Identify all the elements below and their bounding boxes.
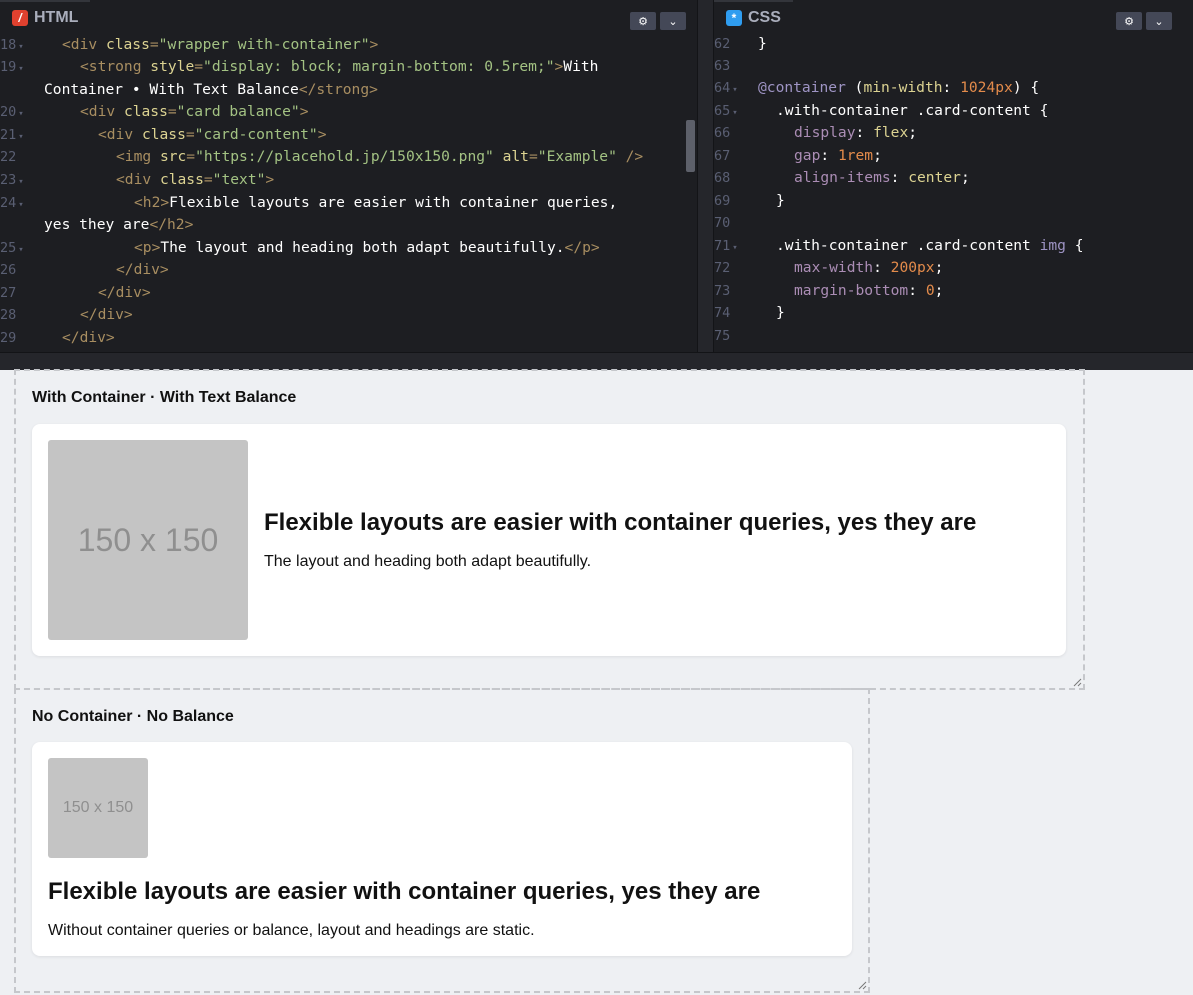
- pane-resizer[interactable]: [697, 0, 714, 352]
- line-number: 75: [714, 328, 731, 344]
- css-badge-icon: *: [726, 10, 742, 26]
- code-line: <img src="https://placehold.jp/150x150.p…: [116, 148, 644, 165]
- html-scrollbar[interactable]: [686, 120, 695, 172]
- line-number: 20 ▾: [0, 104, 24, 120]
- line-number: 21 ▾: [0, 127, 24, 143]
- editor-resize-bar[interactable]: [0, 352, 1193, 370]
- code-line: align-items: center;: [794, 169, 970, 186]
- tab-html[interactable]: / HTML: [0, 0, 91, 34]
- gear-icon[interactable]: ⚙: [1116, 12, 1142, 30]
- gear-icon[interactable]: ⚙: [630, 12, 656, 30]
- code-line: </div>: [80, 306, 133, 323]
- line-number: 70: [714, 215, 731, 231]
- line-number: 28: [0, 307, 17, 323]
- line-number: 69: [714, 193, 731, 209]
- html-tabbar: / HTML ⚙ ⌄: [0, 0, 697, 34]
- tab-css[interactable]: * CSS: [714, 0, 793, 34]
- line-number: 19 ▾: [0, 59, 24, 75]
- code-line: }: [776, 304, 785, 321]
- placeholder-image: 150 x 150: [48, 440, 248, 640]
- html-pane-controls: ⚙ ⌄: [630, 12, 686, 30]
- code-line: .with-container .card-content {: [776, 102, 1049, 119]
- card-balance: 150 x 150 Flexible layouts are easier wi…: [32, 424, 1066, 656]
- css-pane-controls: ⚙ ⌄: [1116, 12, 1172, 30]
- code-line: <strong style="display: block; margin-bo…: [80, 58, 599, 75]
- resize-handle-icon[interactable]: [1072, 677, 1082, 687]
- line-number: 62: [714, 36, 731, 52]
- line-number: 74: [714, 305, 731, 321]
- code-line: max-width: 200px;: [794, 259, 944, 276]
- code-line: <h2>Flexible layouts are easier with con…: [134, 194, 618, 211]
- line-number: 72: [714, 260, 731, 276]
- code-line: <p>The layout and heading both adapt bea…: [134, 239, 600, 256]
- line-number: 64 ▾: [714, 80, 738, 96]
- html-editor-pane: / HTML ⚙ ⌄ 18 ▾ 19 ▾ 20 ▾ 21 ▾ 22 23 ▾ 24 ▾ 25…: [0, 0, 697, 352]
- css-code[interactable]: 62 63 64 ▾ 65 ▾ 66 67 68 69 70 71 ▾ 72 73 7…: [714, 34, 1193, 352]
- code-line: }: [758, 35, 767, 52]
- line-number: 18 ▾: [0, 37, 24, 53]
- card-paragraph: Without container queries or balance, la…: [48, 922, 535, 939]
- line-number: 23 ▾: [0, 172, 24, 188]
- css-editor-pane: * CSS ⚙ ⌄ 62 63 64 ▾ 65 ▾ 66 67 68 69 70 7…: [714, 0, 1193, 352]
- code-line: }: [776, 192, 785, 209]
- code-editor: / HTML ⚙ ⌄ 18 ▾ 19 ▾ 20 ▾ 21 ▾ 22 23 ▾ 24 ▾ 25…: [0, 0, 1193, 370]
- code-line: Container • With Text Balance</strong>: [44, 81, 378, 98]
- resize-handle-icon[interactable]: [857, 980, 867, 990]
- code-line: gap: 1rem;: [794, 147, 882, 164]
- line-number: 67: [714, 148, 731, 164]
- code-line: <div class="text">: [116, 171, 275, 188]
- code-line: <div class="wrapper with-container">: [62, 36, 379, 53]
- css-tabbar: * CSS ⚙ ⌄: [714, 0, 1193, 34]
- code-line: yes they are</h2>: [44, 216, 194, 233]
- line-number: 27: [0, 285, 17, 301]
- section-title: No Container · No Balance: [32, 708, 234, 725]
- card-heading: Flexible layouts are easier with contain…: [48, 878, 761, 905]
- wrapper-no-container: No Container · No Balance 150 x 150 Flex…: [14, 688, 870, 993]
- section-title: With Container · With Text Balance: [32, 389, 297, 406]
- card-static: 150 x 150 Flexible layouts are easier wi…: [32, 742, 852, 956]
- line-number: 63: [714, 58, 731, 74]
- line-number: 22: [0, 149, 17, 165]
- code-line: </div>: [98, 284, 151, 301]
- chevron-down-icon[interactable]: ⌄: [660, 12, 686, 30]
- code-line: </div>: [116, 261, 169, 278]
- line-number: 71 ▾: [714, 238, 738, 254]
- line-number: 25 ▾: [0, 240, 24, 256]
- card-heading: Flexible layouts are easier with contain…: [264, 509, 977, 536]
- code-line: .with-container .card-content img {: [776, 237, 1084, 254]
- code-line: display: flex;: [794, 124, 918, 141]
- html-badge-icon: /: [12, 10, 28, 26]
- line-number: 26: [0, 262, 17, 278]
- code-line: margin-bottom: 0;: [794, 282, 944, 299]
- line-number: 66: [714, 125, 731, 141]
- line-number: 29: [0, 330, 17, 346]
- chevron-down-icon[interactable]: ⌄: [1146, 12, 1172, 30]
- wrapper-with-container: With Container · With Text Balance 150 x…: [14, 369, 1085, 690]
- code-line: <div class="card balance">: [80, 103, 309, 120]
- card-paragraph: The layout and heading both adapt beauti…: [264, 553, 592, 570]
- code-line: </div>: [62, 329, 115, 346]
- html-code[interactable]: 18 ▾ 19 ▾ 20 ▾ 21 ▾ 22 23 ▾ 24 ▾ 25 ▾ 26 27 28 …: [0, 34, 697, 352]
- tab-css-label: CSS: [748, 9, 781, 26]
- line-number: 68: [714, 170, 731, 186]
- placeholder-image: 150 x 150: [48, 758, 148, 858]
- line-number: 73: [714, 283, 731, 299]
- tab-html-label: HTML: [34, 9, 79, 26]
- line-number: 65 ▾: [714, 103, 738, 119]
- code-line: <div class="card-content">: [98, 126, 327, 143]
- code-line: @container (min-width: 1024px) {: [758, 79, 1040, 96]
- line-number: 24 ▾: [0, 195, 24, 211]
